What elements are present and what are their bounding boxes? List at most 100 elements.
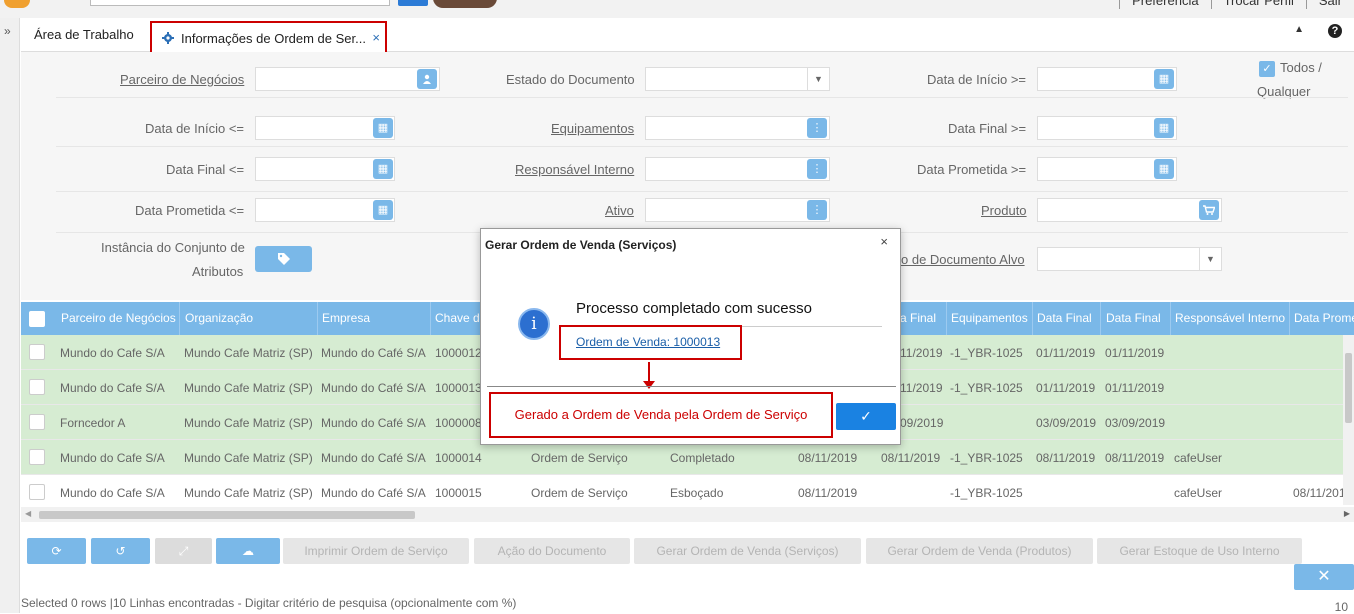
horizontal-scrollbar[interactable]: ◀ ▶ [21, 507, 1354, 522]
app-logo [4, 0, 30, 8]
tab-area-de-trabalho[interactable]: Área de Trabalho [34, 27, 134, 42]
more-icon[interactable]: ⋮ [807, 118, 827, 138]
close-tab-icon[interactable]: × [372, 30, 380, 45]
collapse-up-icon[interactable]: ▲ [1294, 24, 1304, 35]
select-all-checkbox[interactable] [29, 311, 45, 327]
col-header-parceiro[interactable]: Parceiro de Negócios [61, 311, 176, 325]
tipo-documento-alvo-select[interactable] [1037, 247, 1222, 271]
col-header-empresa[interactable]: Empresa [322, 311, 370, 325]
tipo-documento-alvo-label[interactable]: o de Documento Alvo [901, 252, 1025, 267]
row-checkbox[interactable] [29, 414, 45, 430]
calendar-icon[interactable]: ▦ [373, 118, 393, 138]
parceiro-input[interactable] [255, 67, 440, 91]
tag-icon[interactable] [255, 246, 312, 272]
cell: 01/11/2019 [1036, 381, 1096, 395]
search-button[interactable] [398, 0, 428, 6]
chevron-down-icon[interactable]: ▼ [1199, 247, 1221, 271]
calendar-icon[interactable]: ▦ [1154, 69, 1174, 89]
row-checkbox[interactable] [29, 379, 45, 395]
table-row[interactable]: Mundo do Cafe S/A Mundo Cafe Matriz (SP)… [21, 440, 1354, 475]
ok-button[interactable]: ✓ [836, 403, 896, 430]
gerar-estoque-button[interactable]: Gerar Estoque de Uso Interno [1097, 538, 1302, 564]
scroll-right-icon[interactable]: ▶ [1344, 509, 1350, 518]
cell: 1000015 [435, 486, 482, 500]
parceiro-label[interactable]: Parceiro de Negócios [120, 72, 244, 87]
cell: -1_YBR-1025 [950, 381, 1023, 395]
ativo-label[interactable]: Ativo [605, 203, 634, 218]
cell: 11/2019 [900, 346, 943, 360]
expand-chevron-icon[interactable]: » [4, 24, 11, 38]
preferencia-link[interactable]: Preferência [1119, 0, 1210, 9]
responsavel-input[interactable] [645, 157, 830, 181]
col-header-responsavel[interactable]: Responsável Interno [1175, 311, 1285, 325]
col-header-data-final-3[interactable]: Data Final [1106, 311, 1161, 325]
responsavel-label[interactable]: Responsável Interno [515, 162, 634, 177]
close-window-button[interactable]: ✕ [1294, 564, 1354, 590]
cell: Mundo do Café S/A [321, 381, 426, 395]
more-icon[interactable]: ⋮ [807, 159, 827, 179]
chevron-down-icon[interactable]: ▼ [807, 67, 829, 91]
calendar-icon[interactable]: ▦ [373, 200, 393, 220]
col-header-data-final[interactable]: a Final [900, 311, 936, 325]
row-checkbox[interactable] [29, 484, 45, 500]
sair-link[interactable]: Sair [1305, 0, 1354, 9]
scroll-thumb[interactable] [1345, 353, 1352, 423]
cell: -1_YBR-1025 [950, 346, 1023, 360]
global-search-input[interactable] [90, 0, 390, 6]
zoom-button[interactable]: ⤢ [155, 538, 212, 564]
calendar-icon[interactable]: ▦ [1154, 118, 1174, 138]
produto-label[interactable]: Produto [981, 203, 1027, 218]
vertical-scrollbar[interactable] [1343, 335, 1354, 505]
download-button[interactable]: ☁ [216, 538, 280, 564]
filter-row-separator [56, 191, 1348, 192]
cell: Mundo Cafe Matriz (SP) [184, 451, 313, 465]
scroll-left-icon[interactable]: ◀ [25, 509, 31, 518]
scroll-thumb[interactable] [39, 511, 415, 519]
tab-informacoes-ordem-servico[interactable]: Informações de Ordem de Ser... × [150, 21, 387, 55]
arrow-down-icon [643, 381, 655, 389]
todos-checkbox[interactable]: ✓ [1259, 61, 1275, 77]
estado-select[interactable] [645, 67, 830, 91]
undo-button[interactable]: ↺ [91, 538, 150, 564]
cell: Mundo do Café S/A [321, 416, 426, 430]
cell: Mundo Cafe Matriz (SP) [184, 486, 313, 500]
gerar-ordem-produtos-button[interactable]: Gerar Ordem de Venda (Produtos) [866, 538, 1093, 564]
cart-icon[interactable] [1199, 200, 1219, 220]
equipamentos-label[interactable]: Equipamentos [551, 121, 634, 136]
cell: 08/11/2019 [1036, 451, 1096, 465]
tab-bar: Área de Trabalho Informações de Ordem de… [21, 18, 1354, 55]
calendar-icon[interactable]: ▦ [373, 159, 393, 179]
user-icon[interactable] [417, 69, 437, 89]
filter-row-separator [56, 146, 1348, 147]
data-final-le-label: Data Final <= [166, 162, 245, 177]
cell: 11/2019 [900, 381, 943, 395]
cell: Mundo do Café S/A [321, 486, 426, 500]
dialog-title: Gerar Ordem de Venda (Serviços) [485, 238, 677, 252]
equipamentos-input[interactable] [645, 116, 830, 140]
user-avatar[interactable] [433, 0, 497, 8]
cell: -1_YBR-1025 [950, 486, 1023, 500]
trocar-perfil-link[interactable]: Trocar Perfil [1210, 0, 1306, 9]
col-header-organizacao[interactable]: Organização [185, 311, 253, 325]
table-row[interactable]: Mundo do Cafe S/A Mundo Cafe Matriz (SP)… [21, 475, 1354, 510]
more-icon[interactable]: ⋮ [807, 200, 827, 220]
col-header-data-prometida[interactable]: Data Prome [1294, 311, 1354, 325]
col-header-data-final-2[interactable]: Data Final [1037, 311, 1092, 325]
row-checkbox[interactable] [29, 449, 45, 465]
close-icon[interactable]: × [880, 234, 888, 249]
cell: 1000013 [435, 381, 482, 395]
calendar-icon[interactable]: ▦ [1154, 159, 1174, 179]
gerar-ordem-servicos-button[interactable]: Gerar Ordem de Venda (Serviços) [634, 538, 861, 564]
refresh-button[interactable]: ⟳ [27, 538, 86, 564]
col-header-chave[interactable]: Chave d [435, 311, 480, 325]
produto-input[interactable] [1037, 198, 1222, 222]
help-icon[interactable]: ? [1328, 24, 1342, 38]
acao-documento-button[interactable]: Ação do Documento [474, 538, 630, 564]
cell: Mundo do Café S/A [321, 451, 426, 465]
cell: 01/11/2019 [1105, 346, 1165, 360]
imprimir-ordem-button[interactable]: Imprimir Ordem de Serviço [283, 538, 469, 564]
col-header-equipamentos[interactable]: Equipamentos [951, 311, 1028, 325]
ordem-venda-link[interactable]: Ordem de Venda: 1000013 [576, 335, 720, 349]
row-checkbox[interactable] [29, 344, 45, 360]
ativo-input[interactable] [645, 198, 830, 222]
